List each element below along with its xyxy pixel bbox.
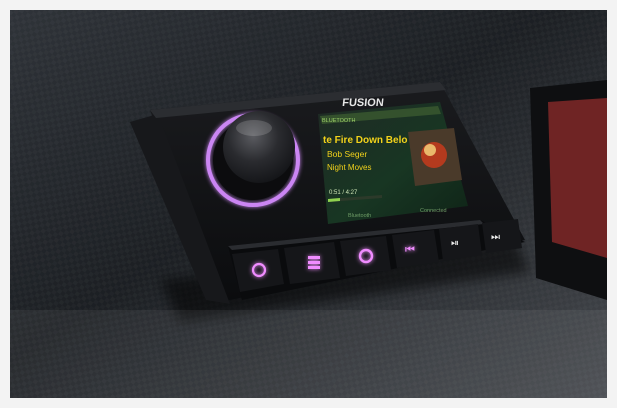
previous-icon: ⏮ — [405, 244, 415, 256]
play-pause-icon: ⏯ — [451, 238, 459, 249]
album-name: Night Moves — [327, 163, 371, 172]
image-frame: FUSION BLUETOOTH te Fire Down Belo Bob S… — [0, 0, 617, 408]
artist-name: Bob Seger — [327, 149, 367, 159]
menu-icon — [308, 256, 320, 269]
next-icon: ⏭ — [491, 232, 500, 243]
stereo-illustration: FUSION BLUETOOTH te Fire Down Belo Bob S… — [10, 10, 607, 398]
adjacent-device — [530, 80, 607, 300]
play-pause-button[interactable]: ⏯ — [439, 224, 482, 261]
source-label: BLUETOOTH — [322, 118, 356, 124]
footer-right: Connected — [420, 208, 447, 214]
track-title: te Fire Down Belo — [323, 135, 407, 146]
product-photo: FUSION BLUETOOTH te Fire Down Belo Bob S… — [10, 10, 607, 398]
previous-button[interactable]: ⏮ — [392, 230, 439, 268]
brand-logo: FUSION — [342, 97, 385, 109]
menu-button[interactable] — [284, 242, 340, 284]
footer-left: Bluetooth — [348, 213, 371, 219]
source-button[interactable] — [340, 236, 391, 276]
track-time: 0:51 / 4:27 — [329, 190, 358, 196]
next-button[interactable]: ⏭ — [482, 219, 522, 253]
